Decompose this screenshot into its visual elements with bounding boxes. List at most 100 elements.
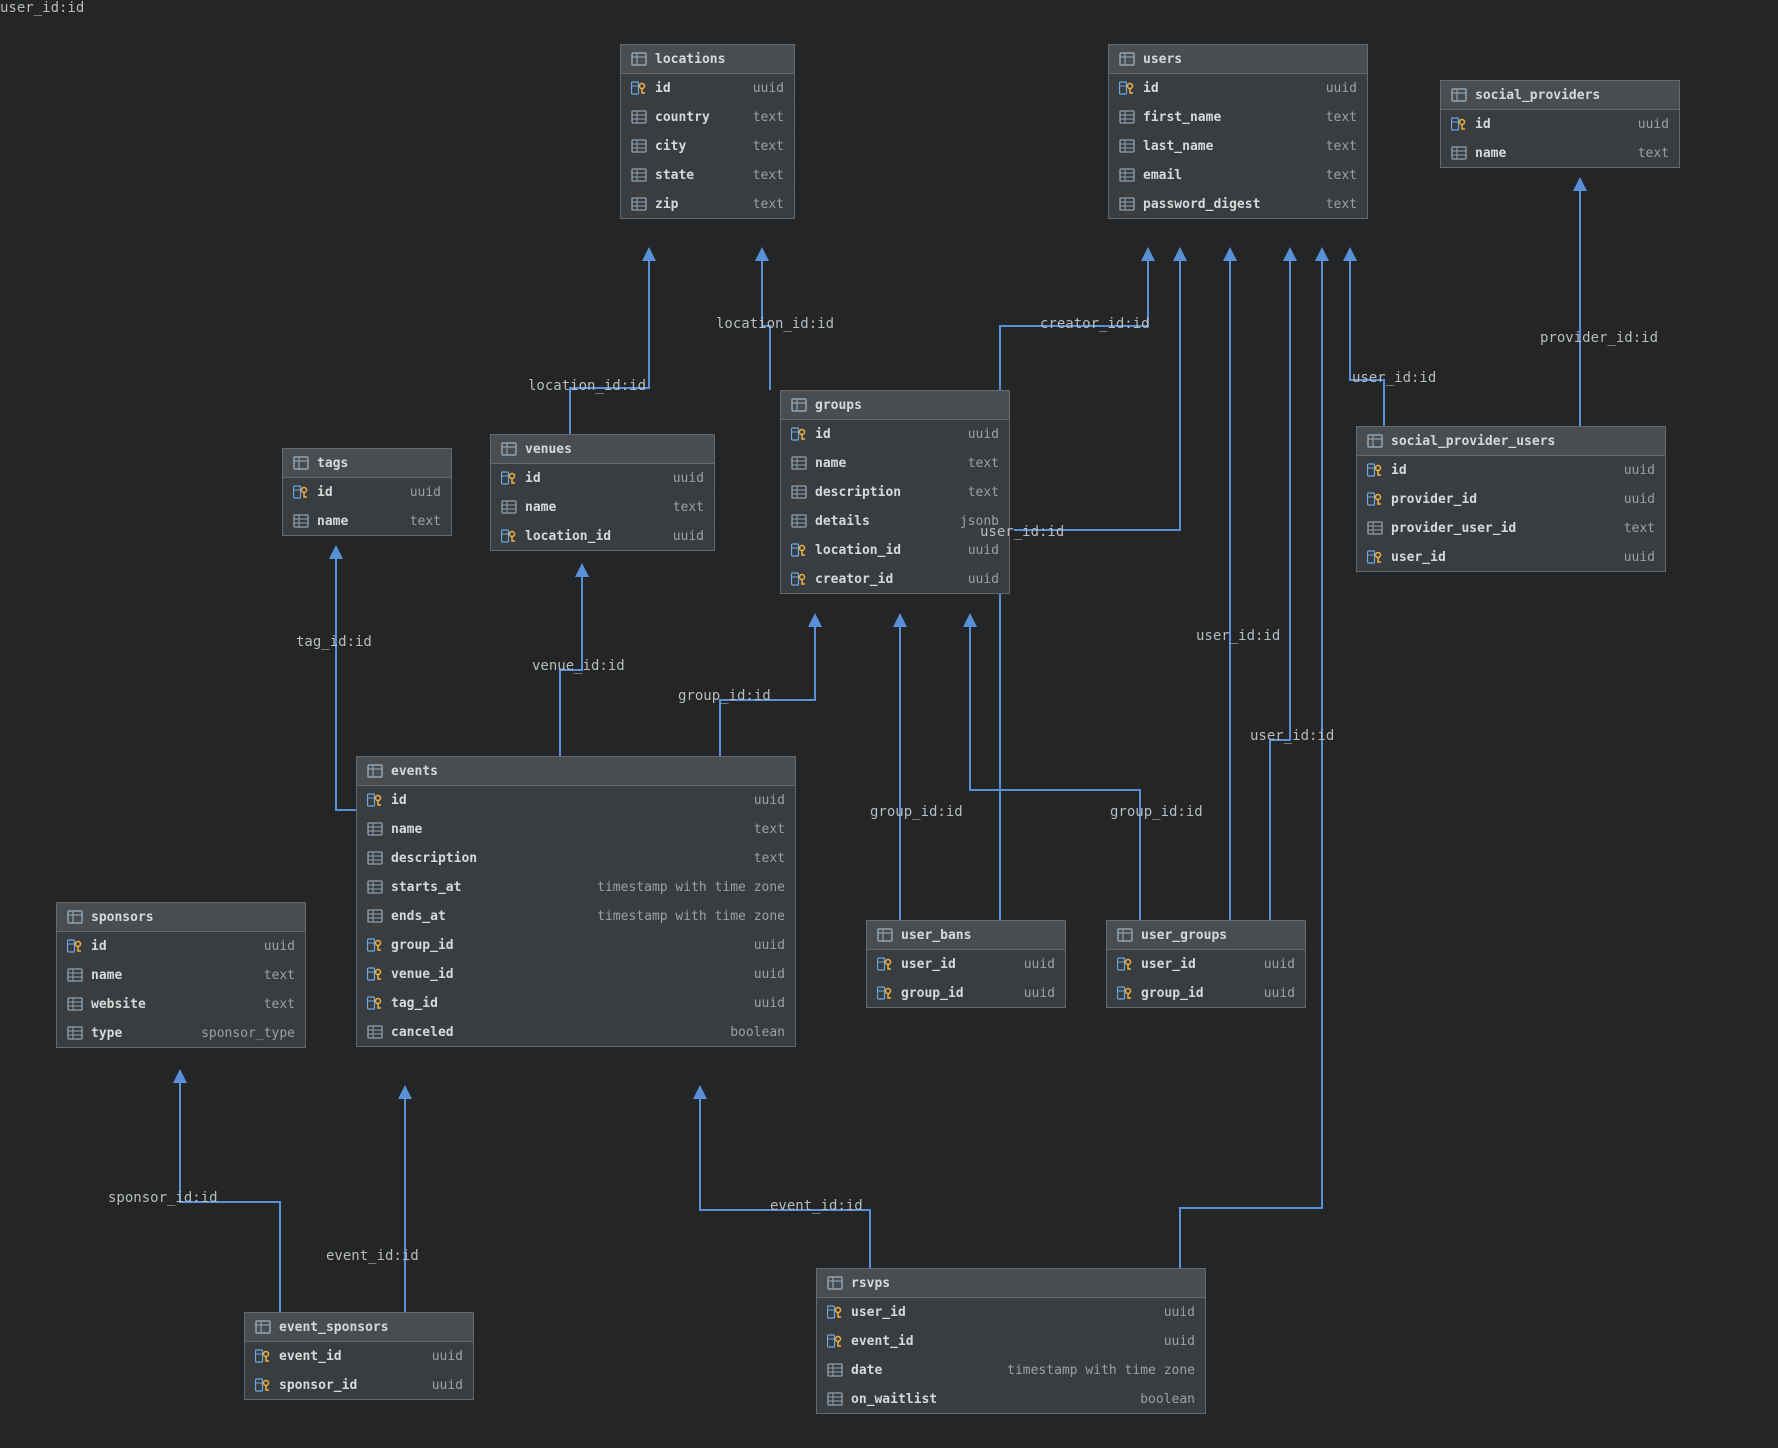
column-row[interactable]: iduuid [781,420,1009,449]
column-row[interactable]: nametext [57,961,305,990]
table-icon [293,455,309,471]
column-type: uuid [968,572,999,587]
column-row[interactable]: iduuid [621,74,794,103]
table-header[interactable]: venues [491,435,714,464]
column-row[interactable]: citytext [621,132,794,161]
relationship-edge [720,620,815,756]
table-header[interactable]: user_bans [867,921,1065,950]
column-row[interactable]: user_iduuid [1357,543,1665,571]
column-row[interactable]: venue_iduuid [357,960,795,989]
column-row[interactable]: provider_iduuid [1357,485,1665,514]
column-row[interactable]: group_iduuid [357,931,795,960]
column-row[interactable]: tag_iduuid [357,989,795,1018]
column-row[interactable]: group_iduuid [1107,979,1305,1007]
column-row[interactable]: on_waitlistboolean [817,1385,1205,1413]
er-diagram[interactable]: locationsiduuidcountrytextcitytextstatet… [0,0,1778,1448]
table-users[interactable]: usersiduuidfirst_nametextlast_nametextem… [1108,44,1368,219]
relationship-edge [570,254,649,434]
column-row[interactable]: descriptiontext [781,478,1009,507]
column-row[interactable]: ziptext [621,190,794,218]
column-row[interactable]: nametext [491,493,714,522]
table-name-label: social_provider_users [1391,434,1655,449]
column-name: email [1143,168,1318,183]
table-social_providers[interactable]: social_providersiduuidnametext [1440,80,1680,168]
column-row[interactable]: location_iduuid [781,536,1009,565]
column-row[interactable]: nametext [1441,139,1679,167]
edge-label: tag_id:id [296,634,372,650]
key-column-icon [791,426,807,442]
column-row[interactable]: websitetext [57,990,305,1019]
column-row[interactable]: nametext [357,815,795,844]
column-name: venue_id [391,967,746,982]
table-user_bans[interactable]: user_bans user_iduuidgroup_iduuid [866,920,1066,1008]
column-row[interactable]: canceledboolean [357,1018,795,1046]
column-name: country [655,110,745,125]
key-column-icon [1119,80,1135,96]
table-locations[interactable]: locationsiduuidcountrytextcitytextstatet… [620,44,795,219]
table-header[interactable]: social_providers [1441,81,1679,110]
table-header[interactable]: user_groups [1107,921,1305,950]
column-type: text [1326,139,1357,154]
column-row[interactable]: descriptiontext [357,844,795,873]
table-header[interactable]: locations [621,45,794,74]
table-icon [1451,87,1467,103]
table-icon [877,927,893,943]
column-row[interactable]: user_iduuid [817,1298,1205,1327]
table-header[interactable]: groups [781,391,1009,420]
column-row[interactable]: location_iduuid [491,522,714,550]
table-name-label: user_bans [901,928,1055,943]
column-row[interactable]: sponsor_iduuid [245,1371,473,1399]
column-row[interactable]: user_iduuid [1107,950,1305,979]
table-sponsors[interactable]: sponsorsiduuidnametextwebsitetexttypespo… [56,902,306,1048]
column-row[interactable]: group_iduuid [867,979,1065,1007]
column-row[interactable]: user_iduuid [867,950,1065,979]
column-row[interactable]: iduuid [1357,456,1665,485]
table-venues[interactable]: venuesiduuidnametextlocation_iduuid [490,434,715,551]
column-row[interactable]: event_iduuid [245,1342,473,1371]
column-row[interactable]: event_iduuid [817,1327,1205,1356]
edge-label: user_id:id [1196,628,1280,644]
column-row[interactable]: iduuid [1441,110,1679,139]
table-header[interactable]: event_sponsors [245,1313,473,1342]
column-row[interactable]: nametext [283,507,451,535]
edge-label: creator_id:id [1040,316,1150,332]
column-row[interactable]: iduuid [491,464,714,493]
table-event_sponsors[interactable]: event_sponsorsevent_iduuidsponsor_iduuid [244,1312,474,1400]
column-row[interactable]: first_nametext [1109,103,1367,132]
column-row[interactable]: detailsjsonb [781,507,1009,536]
column-row[interactable]: password_digesttext [1109,190,1367,218]
table-social_provider_users[interactable]: social_provider_usersiduuidprovider_iduu… [1356,426,1666,572]
table-header[interactable]: sponsors [57,903,305,932]
table-header[interactable]: rsvps [817,1269,1205,1298]
column-name: user_id [851,1305,1156,1320]
column-row[interactable]: countrytext [621,103,794,132]
column-row[interactable]: provider_user_idtext [1357,514,1665,543]
table-groups[interactable]: groupsiduuidnametextdescriptiontextdetai… [780,390,1010,594]
column-row[interactable]: iduuid [57,932,305,961]
table-header[interactable]: tags [283,449,451,478]
column-row[interactable]: iduuid [1109,74,1367,103]
table-events[interactable]: eventsiduuidnametextdescriptiontextstart… [356,756,796,1047]
table-header[interactable]: social_provider_users [1357,427,1665,456]
column-type: text [753,168,784,183]
column-row[interactable]: last_nametext [1109,132,1367,161]
table-rsvps[interactable]: rsvpsuser_iduuidevent_iduuiddatetimestam… [816,1268,1206,1414]
column-name: id [1143,81,1318,96]
edge-label: group_id:id [1110,804,1203,820]
table-tags[interactable]: tagsiduuidnametext [282,448,452,536]
column-row[interactable]: ends_attimestamp with time zone [357,902,795,931]
table-user_groups[interactable]: user_groupsuser_iduuidgroup_iduuid [1106,920,1306,1008]
table-header[interactable]: users [1109,45,1367,74]
table-header[interactable]: events [357,757,795,786]
column-row[interactable]: emailtext [1109,161,1367,190]
column-row[interactable]: datetimestamp with time zone [817,1356,1205,1385]
column-type: uuid [754,996,785,1011]
column-name: first_name [1143,110,1318,125]
column-row[interactable]: statetext [621,161,794,190]
column-row[interactable]: creator_iduuid [781,565,1009,593]
column-row[interactable]: iduuid [283,478,451,507]
column-row[interactable]: starts_attimestamp with time zone [357,873,795,902]
column-row[interactable]: nametext [781,449,1009,478]
column-row[interactable]: iduuid [357,786,795,815]
column-row[interactable]: typesponsor_type [57,1019,305,1047]
